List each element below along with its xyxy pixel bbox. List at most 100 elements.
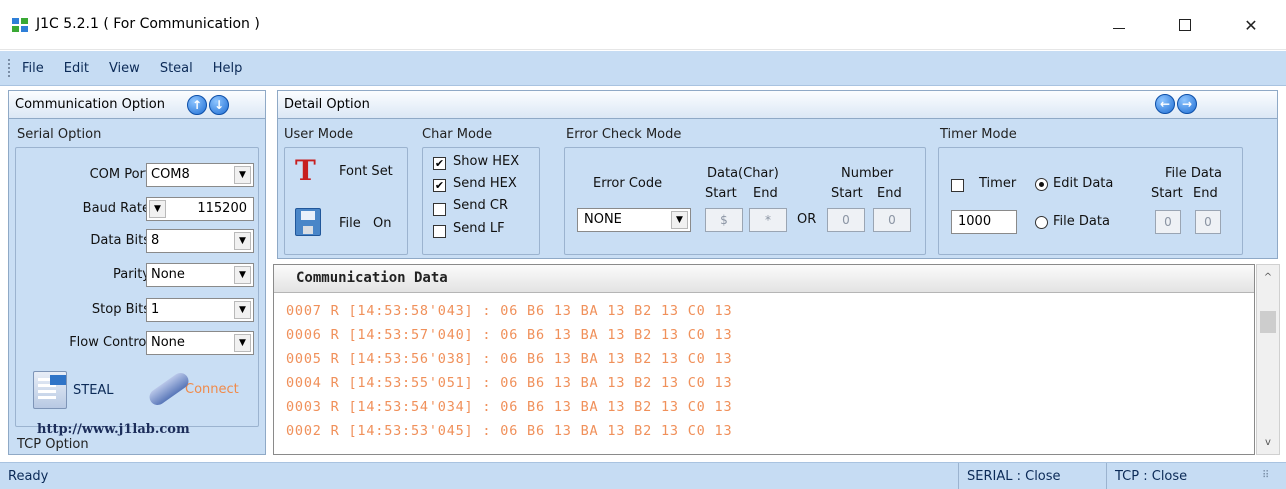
parity-select[interactable]: None ▼	[146, 263, 254, 287]
dropdown-arrow-icon[interactable]: ▼	[671, 211, 688, 229]
send-cr-label: Send CR	[453, 198, 508, 213]
communication-option-title: Communication Option	[15, 97, 165, 112]
scroll-up-icon[interactable]: ^	[1257, 267, 1279, 287]
error-check-group: Error Code NONE ▼ Data(Char) Start End $…	[564, 147, 926, 255]
edit-data-radio[interactable]	[1035, 178, 1048, 191]
data-bits-label: Data Bits	[90, 233, 150, 248]
menu-help[interactable]: Help	[213, 61, 243, 76]
data-bits-value: 8	[151, 233, 160, 248]
serial-status: SERIAL : Close	[958, 463, 1098, 489]
com-port-value: COM8	[151, 167, 190, 182]
maximize-button[interactable]	[1162, 8, 1208, 42]
communication-option-panel: Communication Option ↑ ↓ Serial Option C…	[8, 90, 266, 455]
save-file-icon[interactable]	[295, 208, 321, 236]
arrow-right-icon[interactable]: →	[1177, 94, 1197, 114]
parity-label: Parity	[113, 267, 150, 282]
website-link[interactable]: http://www.j1lab.com	[37, 422, 190, 437]
timer-interval-input[interactable]: 1000	[951, 210, 1017, 234]
stop-bits-select[interactable]: 1 ▼	[146, 298, 254, 322]
baud-rate-row: Baud Rate ▼ 115200	[16, 197, 260, 223]
send-cr-checkbox[interactable]	[433, 203, 446, 216]
baud-rate-select[interactable]: ▼ 115200	[146, 197, 254, 221]
dropdown-arrow-icon[interactable]: ▼	[234, 266, 251, 284]
menu-steal[interactable]: Steal	[160, 61, 193, 76]
com-port-row: COM Port COM8 ▼	[16, 163, 260, 189]
data-bits-select[interactable]: 8 ▼	[146, 229, 254, 253]
vertical-scrollbar[interactable]: ^ v	[1256, 264, 1280, 455]
dropdown-arrow-icon[interactable]: ▼	[234, 334, 251, 352]
detail-option-panel: Detail Option ← → User Mode T Font Set F…	[277, 90, 1278, 259]
file-data-radio-label: File Data	[1053, 214, 1110, 229]
connect-button[interactable]: Connect	[146, 369, 239, 409]
menu-bar: File Edit View Steal Help	[0, 51, 1286, 86]
close-button[interactable]: ✕	[1228, 8, 1274, 42]
log-line: 0007 R [14:53:58'043] : 06 B6 13 BA 13 B…	[286, 303, 733, 319]
number-end-input[interactable]: 0	[873, 208, 911, 232]
dropdown-arrow-icon[interactable]: ▼	[234, 166, 251, 184]
font-set-icon[interactable]: T	[295, 156, 325, 186]
file-label[interactable]: File	[339, 216, 361, 231]
number-label: Number	[841, 166, 894, 181]
arrow-left-icon[interactable]: ←	[1155, 94, 1175, 114]
char-mode-group: ✔ Show HEX ✔ Send HEX Send CR Send LF	[422, 147, 540, 255]
data-end-input[interactable]: *	[749, 208, 787, 232]
show-hex-checkbox[interactable]: ✔	[433, 157, 446, 170]
dropdown-arrow-icon[interactable]: ▼	[234, 232, 251, 250]
parity-value: None	[151, 267, 185, 282]
file-data-end-label: End	[1193, 186, 1218, 201]
number-end-label: End	[877, 186, 902, 201]
send-lf-checkbox[interactable]	[433, 225, 446, 238]
number-start-label: Start	[831, 186, 863, 201]
baud-rate-label: Baud Rate	[82, 201, 150, 216]
file-on-label: On	[373, 216, 392, 231]
app-icon	[12, 18, 29, 33]
dropdown-arrow-icon[interactable]: ▼	[149, 200, 166, 218]
steal-button[interactable]: STEAL	[33, 371, 114, 409]
minimize-button[interactable]	[1096, 8, 1142, 42]
com-port-label: COM Port	[89, 167, 150, 182]
menu-grip-icon	[8, 59, 12, 77]
timer-mode-label: Timer Mode	[940, 127, 1017, 142]
close-icon: ✕	[1244, 15, 1258, 35]
flow-control-select[interactable]: None ▼	[146, 331, 254, 355]
timer-label: Timer	[979, 176, 1017, 191]
data-start-label: Start	[705, 186, 737, 201]
serial-option-label: Serial Option	[17, 127, 102, 142]
tcp-option-label[interactable]: TCP Option	[17, 437, 89, 452]
error-code-value: NONE	[584, 212, 622, 227]
communication-option-header: Communication Option ↑ ↓	[9, 91, 265, 119]
minimize-icon	[1113, 27, 1125, 29]
stop-bits-label: Stop Bits	[91, 302, 150, 317]
menu-file[interactable]: File	[22, 61, 44, 76]
data-char-label: Data(Char)	[707, 166, 779, 181]
menu-edit[interactable]: Edit	[64, 61, 89, 76]
file-data-radio[interactable]	[1035, 216, 1048, 229]
edit-data-label: Edit Data	[1053, 176, 1114, 191]
steal-icon	[33, 371, 67, 409]
font-set-label[interactable]: Font Set	[339, 164, 393, 179]
stop-bits-value: 1	[151, 302, 160, 317]
communication-data-panel[interactable]: Communication Data 0007 R [14:53:58'043]…	[273, 264, 1255, 455]
stop-bits-row: Stop Bits 1 ▼	[16, 298, 260, 324]
scroll-down-icon[interactable]: v	[1257, 432, 1279, 452]
data-bits-row: Data Bits 8 ▼	[16, 229, 260, 255]
resize-grip-icon[interactable]: ⠿	[1262, 470, 1276, 484]
menu-view[interactable]: View	[109, 61, 140, 76]
log-line: 0003 R [14:53:54'034] : 06 B6 13 BA 13 B…	[286, 399, 733, 415]
file-data-start-input[interactable]: 0	[1155, 210, 1181, 234]
file-data-end-input[interactable]: 0	[1195, 210, 1221, 234]
com-port-select[interactable]: COM8 ▼	[146, 163, 254, 187]
user-mode-group: T Font Set File On	[284, 147, 408, 255]
dropdown-arrow-icon[interactable]: ▼	[234, 301, 251, 319]
send-hex-label: Send HEX	[453, 176, 517, 191]
send-hex-checkbox[interactable]: ✔	[433, 179, 446, 192]
arrow-down-icon[interactable]: ↓	[208, 94, 229, 115]
log-line: 0005 R [14:53:56'038] : 06 B6 13 BA 13 B…	[286, 351, 733, 367]
error-code-select[interactable]: NONE ▼	[577, 208, 691, 232]
number-start-input[interactable]: 0	[827, 208, 865, 232]
timer-checkbox[interactable]	[951, 179, 964, 192]
arrow-up-icon[interactable]: ↑	[186, 94, 207, 115]
status-bar: Ready SERIAL : Close TCP : Close ⠿	[0, 462, 1286, 489]
data-start-input[interactable]: $	[705, 208, 743, 232]
scroll-thumb[interactable]	[1260, 311, 1276, 333]
